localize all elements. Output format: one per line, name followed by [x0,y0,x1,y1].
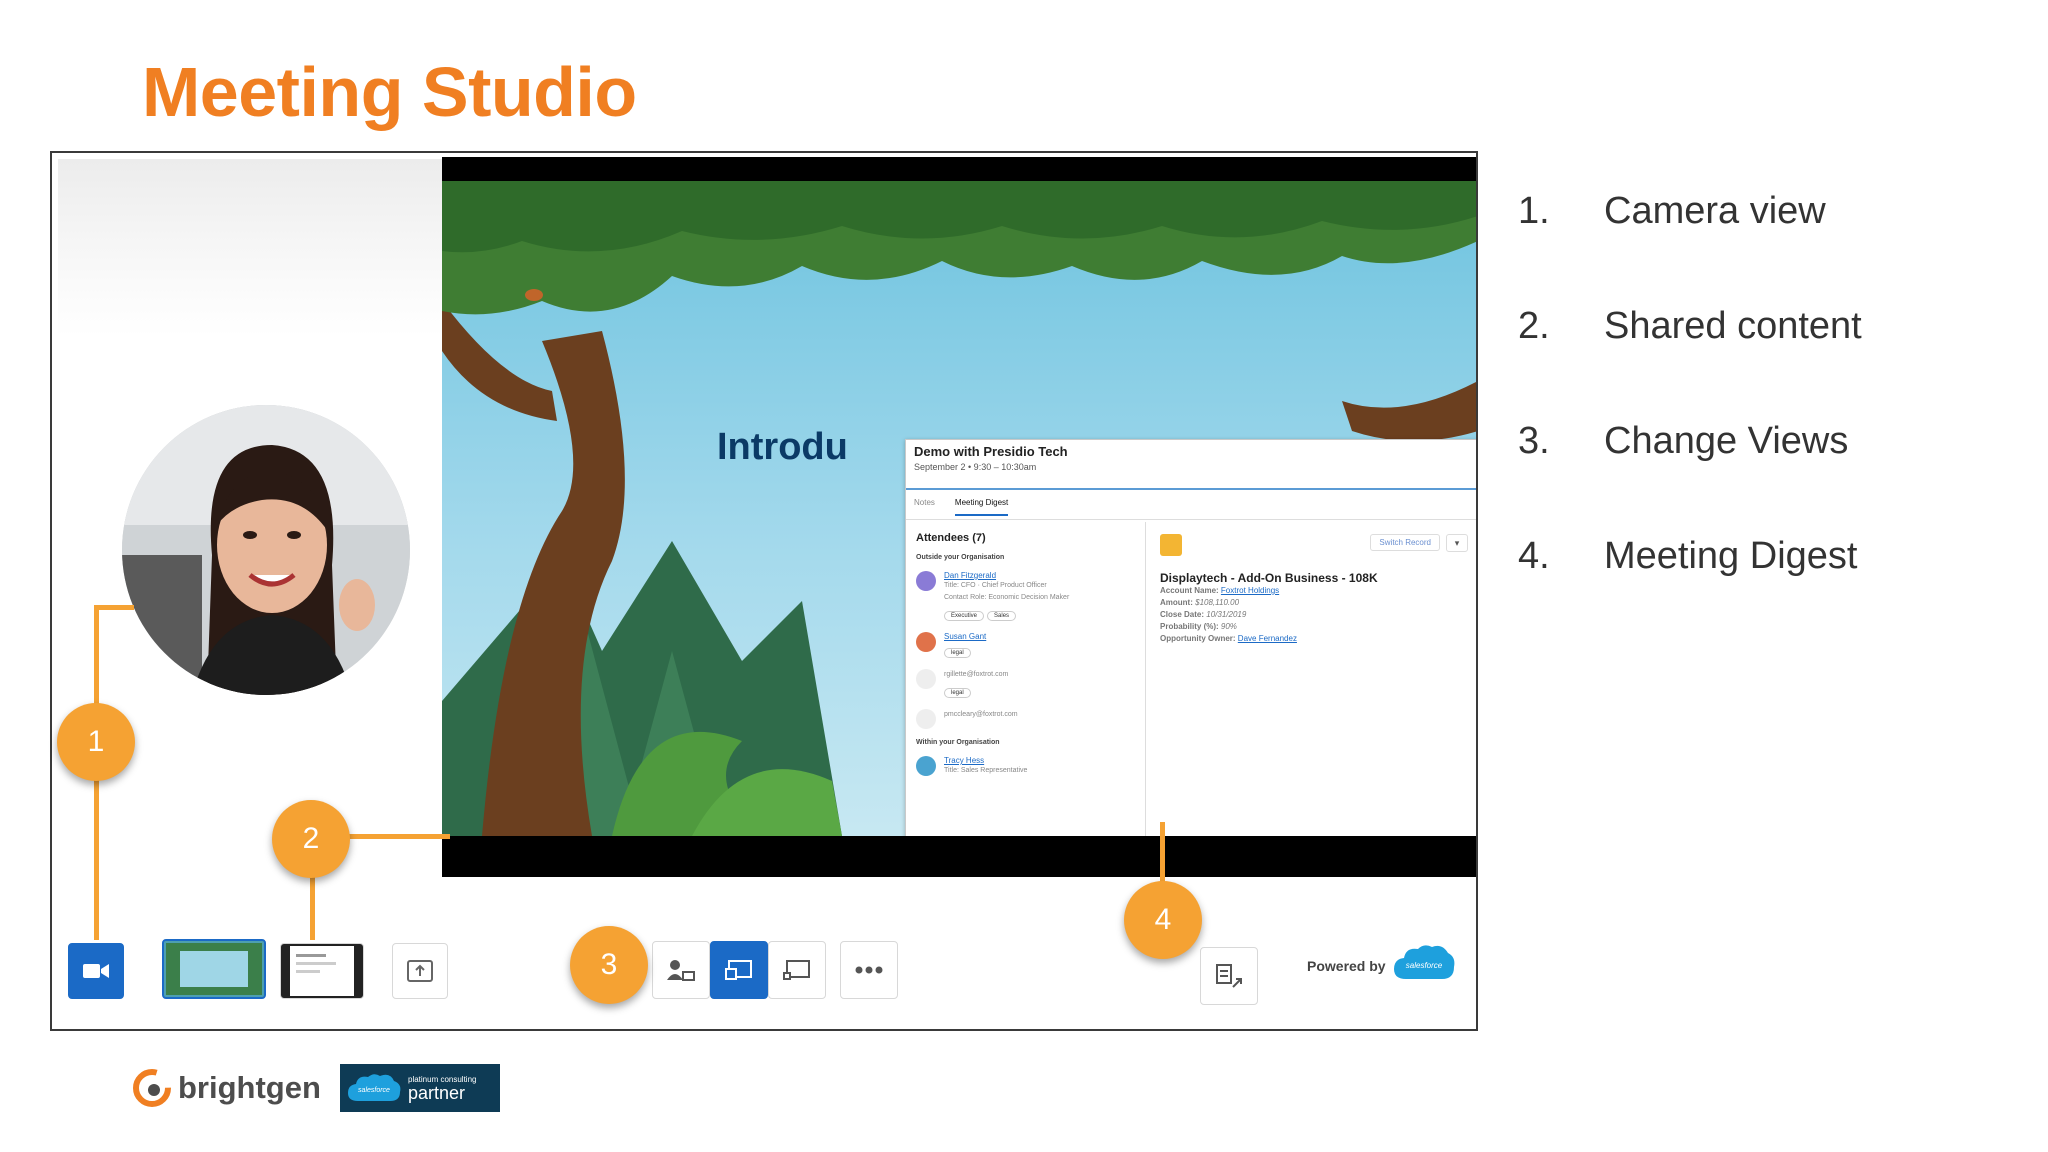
avatar [916,632,936,652]
tag-chip: Sales [987,611,1017,621]
attendee-title: Title: CFO · Chief Product Officer [944,582,1047,589]
chevron-down-icon[interactable]: ▾ [1446,534,1468,552]
list-item: 4. Meeting Digest [1518,535,1858,577]
content-view-button[interactable] [768,941,826,999]
outside-group-label: Outside your Organisation [916,554,1005,561]
attendee-name[interactable]: Tracy Hess [944,756,1027,765]
record-link[interactable]: Foxtrot Holdings [1221,586,1279,595]
salesforce-partner-badge: salesforce platinum consulting partner [340,1064,500,1112]
avatar [916,669,936,689]
attendee-name[interactable]: Dan Fitzgerald [944,571,1069,580]
content-thumbnail-slide[interactable] [162,939,266,999]
callout-2: 2 [272,800,350,878]
shared-content-stage: Introdu Demo with Presidio Tech Septembe… [442,157,1476,877]
person-view-icon [667,960,695,981]
meeting-time: September 2 • 9:30 – 10:30am [914,462,1037,472]
shared-slide: Introdu Demo with Presidio Tech Septembe… [442,181,1476,836]
attendees-list: Attendees (7) Outside your Organisation … [906,522,1146,836]
list-item: Dan Fitzgerald Title: CFO · Chief Produc… [916,571,1135,622]
slide: Meeting Studio Introdu Demo with Presidi… [0,0,2048,1152]
meeting-studio-screenshot: Introdu Demo with Presidio Tech Septembe… [50,151,1478,1031]
record-field: Close Date: 10/31/2019 [1160,610,1247,619]
popup-tabs: Notes Meeting Digest [906,490,1476,520]
callout-1-line-horizontal [94,605,134,610]
split-view-icon [725,960,752,980]
content-view-icon [783,960,810,980]
salesforce-logo: salesforce [1392,941,1456,990]
attendee-title: Title: Sales Representative [944,767,1028,774]
list-item: 2. Shared content [1518,305,1862,347]
meeting-title: Demo with Presidio Tech [914,444,1068,459]
brightgen-icon [133,1069,171,1107]
record-field: Opportunity Owner: Dave Fernandez [1160,634,1297,643]
video-camera-icon [83,964,109,978]
meeting-digest-panel: Demo with Presidio Tech September 2 • 9:… [905,439,1476,836]
callout-1: 1 [57,703,135,781]
more-options-button[interactable] [840,941,898,999]
callout-4: 4 [1124,881,1202,959]
tag-chip: legal [944,688,971,698]
slide-title: Meeting Studio [142,53,637,131]
presenter-avatar [122,405,410,695]
list-item: Susan Gant legal [916,632,1135,659]
camera-toggle-button[interactable] [68,943,124,999]
meeting-digest-icon [1216,964,1242,988]
popup-header: Demo with Presidio Tech September 2 • 9:… [906,440,1476,490]
attendee-email: pmccleary@foxtrot.com [944,711,1018,718]
document-thumbnail-icon [290,946,354,996]
attendee-name[interactable]: Susan Gant [944,632,986,641]
tag-chip: Executive [944,611,985,621]
presenter-view-button[interactable] [652,941,710,999]
avatar [916,756,936,776]
partner-label: partner [408,1082,466,1103]
powered-by-label: Powered by [1307,958,1386,974]
tag-chip: legal [944,648,971,658]
within-group-label: Within your Organisation [916,739,1000,746]
slide-heading-text: Introdu [717,426,848,468]
record-link[interactable]: Dave Fernandez [1238,634,1297,643]
list-item: Tracy Hess Title: Sales Representative [916,756,1135,777]
brightgen-logo: brightgen [132,1068,321,1108]
callout-3: 3 [570,926,648,1004]
salesforce-cloud-icon: salesforce [348,1074,401,1101]
list-item: 3. Change Views [1518,420,1849,462]
content-thumbnail-document[interactable] [280,943,364,999]
attendees-title: Attendees (7) [916,532,986,544]
slide-thumbnail-icon [166,943,262,995]
attendee-role: Contact Role: Economic Decision Maker [944,594,1070,601]
brightgen-wordmark: brightgen [178,1070,321,1105]
svg-text:salesforce: salesforce [1406,961,1443,970]
avatar [916,571,936,591]
record-detail: Switch Record ▾ Displaytech - Add-On Bus… [1148,522,1476,836]
list-item: rgillette@foxtrot.com legal [916,669,1135,699]
svg-text:salesforce: salesforce [358,1087,390,1094]
record-field: Amount: $108,110.00 [1160,598,1240,607]
list-item: 1. Camera view [1518,190,1826,232]
attendee-email: rgillette@foxtrot.com [944,671,1009,678]
switch-record-button[interactable]: Switch Record [1370,534,1440,551]
avatar [916,709,936,729]
list-item: pmccleary@foxtrot.com [916,709,1135,729]
upload-icon [407,960,433,982]
more-icon [855,966,883,974]
split-view-button[interactable] [710,941,768,999]
record-field: Probability (%): 90% [1160,622,1237,631]
legend-list: 1. Camera view 2. Shared content 3. Change … [1518,190,1862,650]
meeting-digest-button[interactable] [1200,947,1258,1005]
tab-notes[interactable]: Notes [914,498,935,519]
record-title: Displaytech - Add-On Business - 108K [1160,571,1378,585]
upload-button[interactable] [392,943,448,999]
tab-meeting-digest[interactable]: Meeting Digest [954,498,1009,516]
crown-icon [1160,534,1182,556]
record-field: Account Name: Foxtrot Holdings [1160,586,1280,595]
